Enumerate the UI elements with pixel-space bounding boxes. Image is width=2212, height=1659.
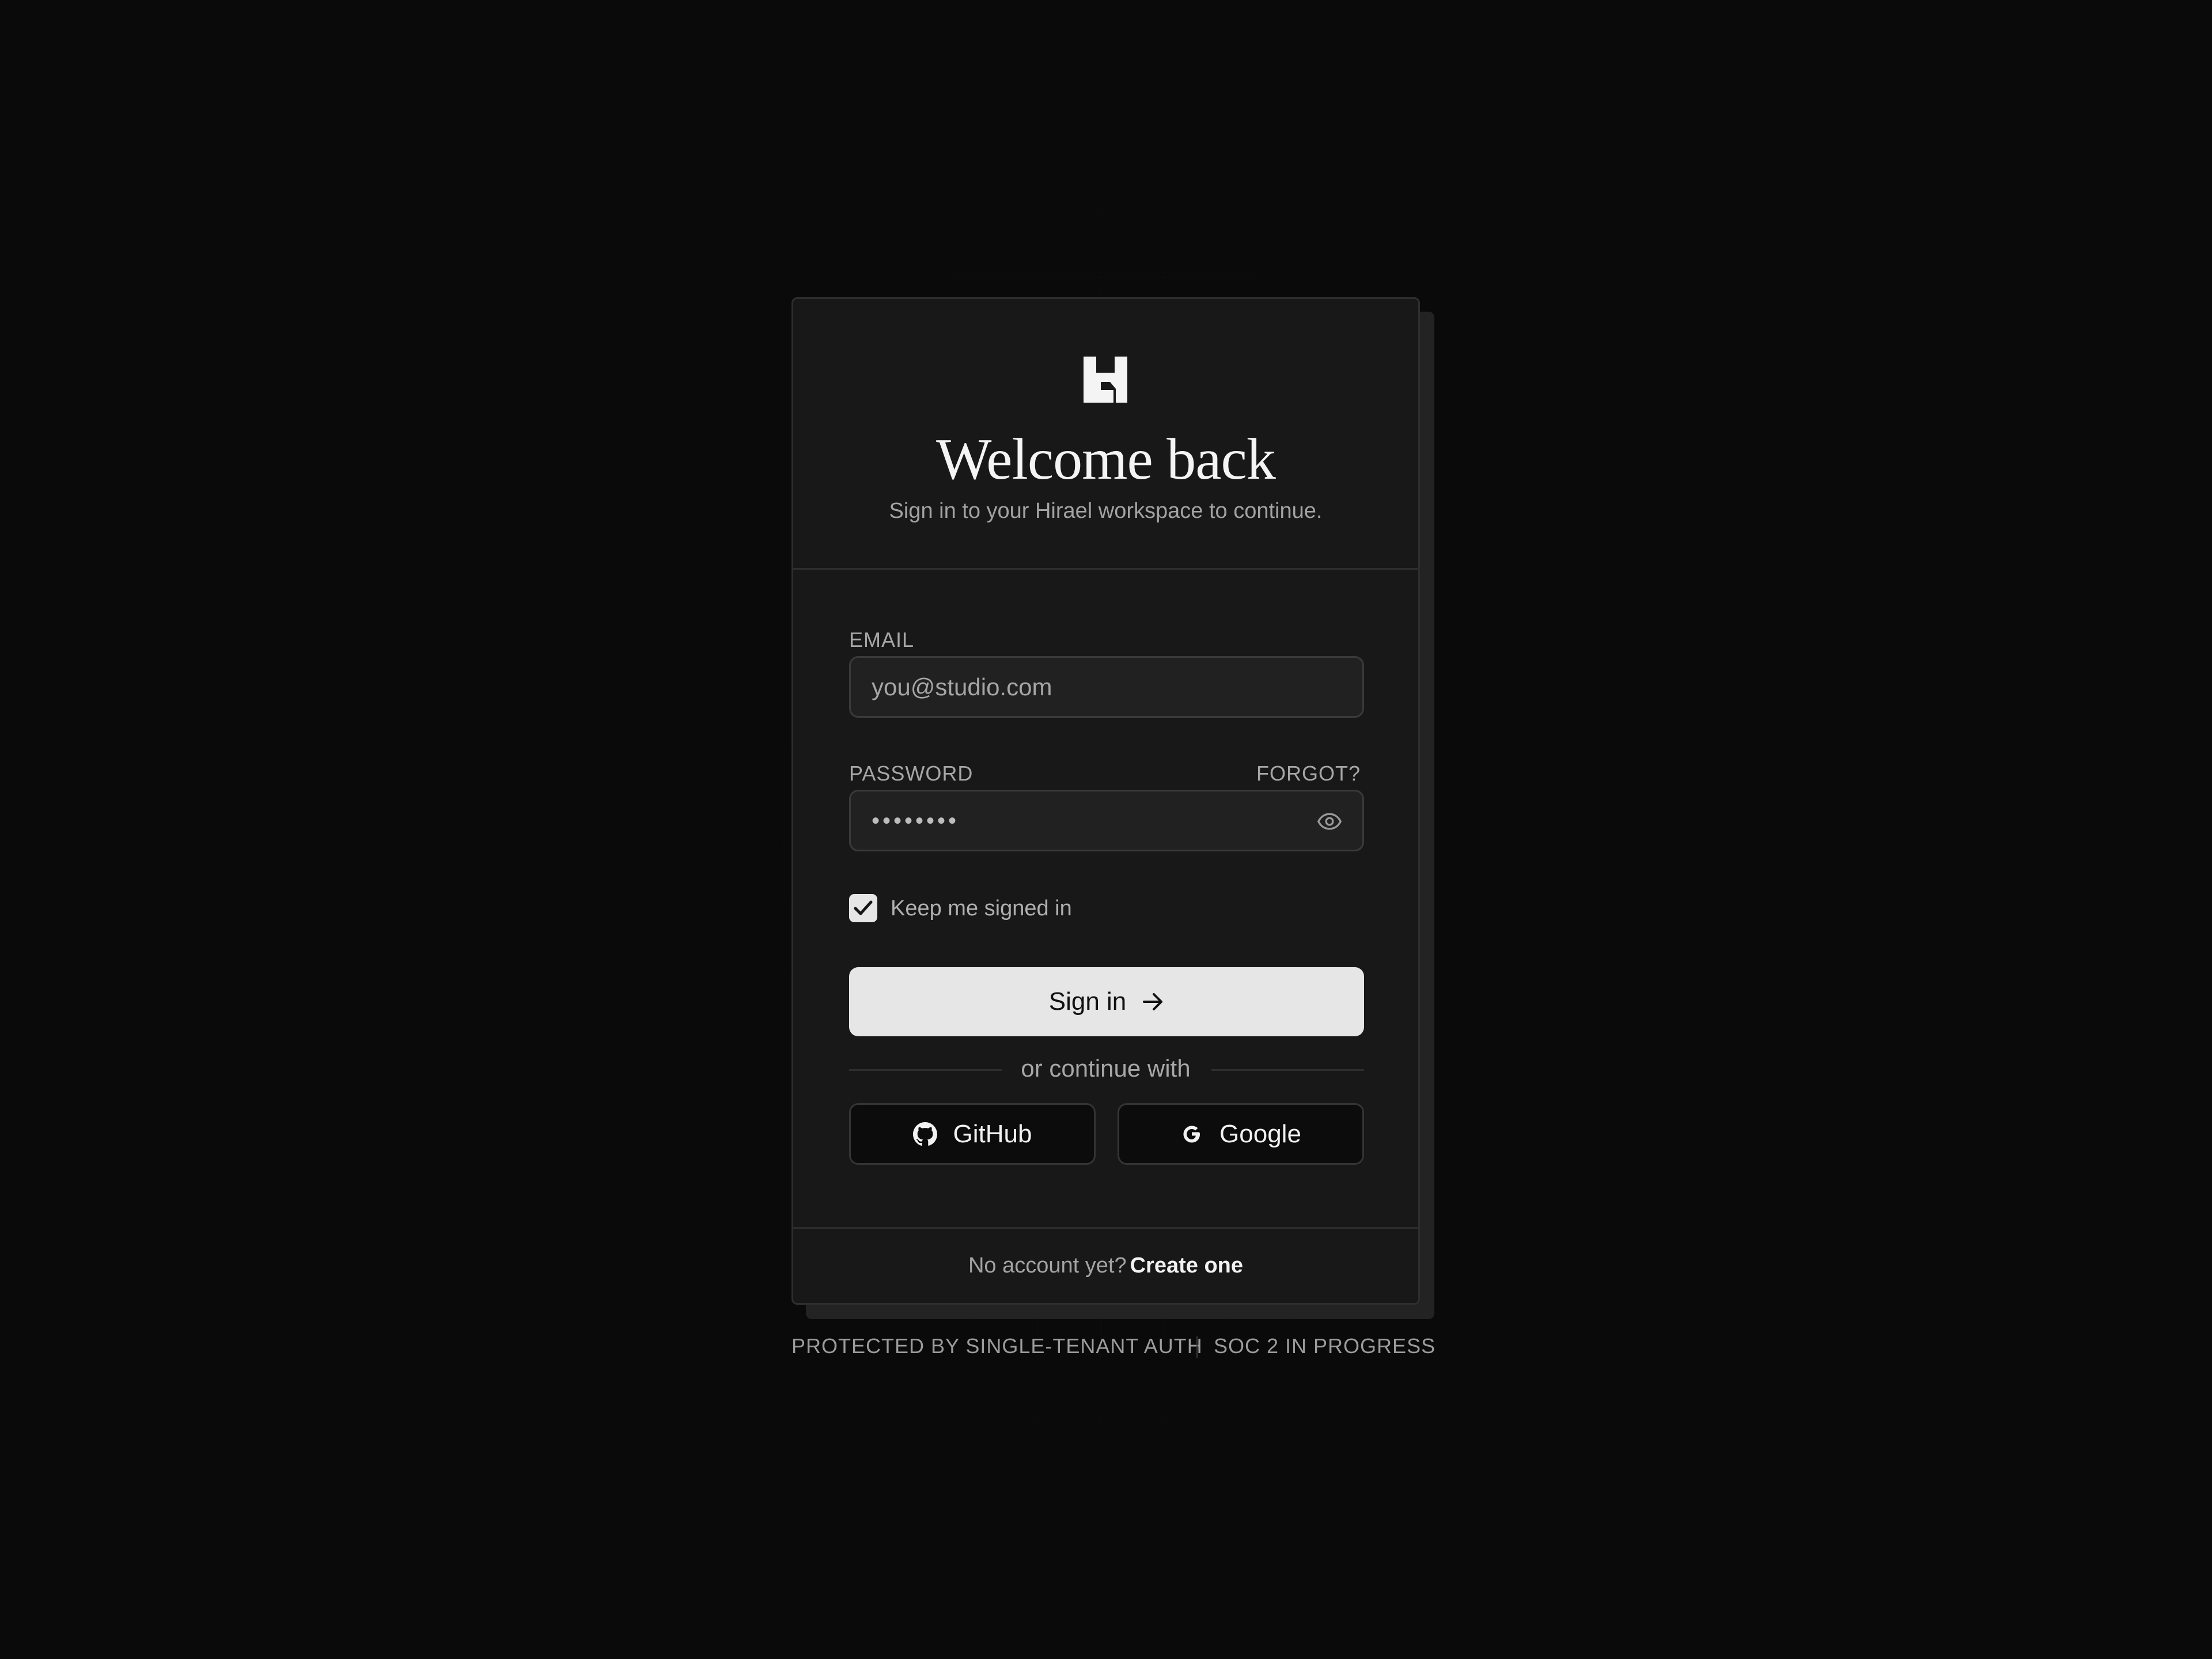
password-value: ••••••••	[872, 808, 960, 834]
arrow-right-icon	[1143, 993, 1163, 1010]
page-title: Welcome back	[936, 427, 1276, 492]
github-button[interactable]: GitHub	[849, 1103, 1096, 1165]
keep-signed-in-label: Keep me signed in	[891, 896, 1072, 921]
google-icon	[1183, 1126, 1200, 1142]
email-field-wrapper	[849, 656, 1364, 718]
github-icon	[912, 1122, 937, 1146]
page-subtitle: Sign in to your Hirael workspace to cont…	[889, 499, 1323, 523]
signin-card: Welcome back Sign in to your Hirael work…	[791, 297, 1420, 1305]
email-field[interactable]	[872, 658, 1309, 716]
checkmark-icon	[854, 900, 873, 915]
sign-in-button[interactable]: Sign in	[849, 967, 1364, 1036]
create-account-link[interactable]: Create one	[1130, 1253, 1243, 1278]
no-account-text: No account yet?	[968, 1253, 1127, 1278]
keep-signed-in-checkbox[interactable]	[849, 894, 877, 922]
card-footer: No account yet? Create one	[793, 1227, 1418, 1303]
github-label: GitHub	[953, 1119, 1032, 1148]
note-separator	[1196, 1336, 1198, 1358]
email-label: EMAIL	[849, 628, 915, 652]
divider-text: or continue with	[1021, 1055, 1191, 1082]
sign-in-label: Sign in	[1048, 987, 1127, 1016]
google-label: Google	[1219, 1119, 1301, 1148]
compliance-note: SOC 2 IN PROGRESS	[1214, 1334, 1436, 1358]
forgot-password-link[interactable]: FORGOT?	[1256, 763, 1361, 784]
password-field[interactable]: ••••••••	[849, 790, 1364, 851]
hirael-logo-icon	[1084, 357, 1127, 403]
signin-form: EMAIL PASSWORD FORGOT? •••••••• Keep me …	[793, 570, 1418, 1230]
security-note: PROTECTED BY SINGLE-TENANT AUTH	[791, 1334, 1203, 1358]
password-label: PASSWORD	[849, 762, 974, 785]
card-header: Welcome back Sign in to your Hirael work…	[793, 299, 1418, 570]
eye-icon[interactable]	[1316, 809, 1343, 834]
google-button[interactable]: Google	[1118, 1103, 1364, 1165]
